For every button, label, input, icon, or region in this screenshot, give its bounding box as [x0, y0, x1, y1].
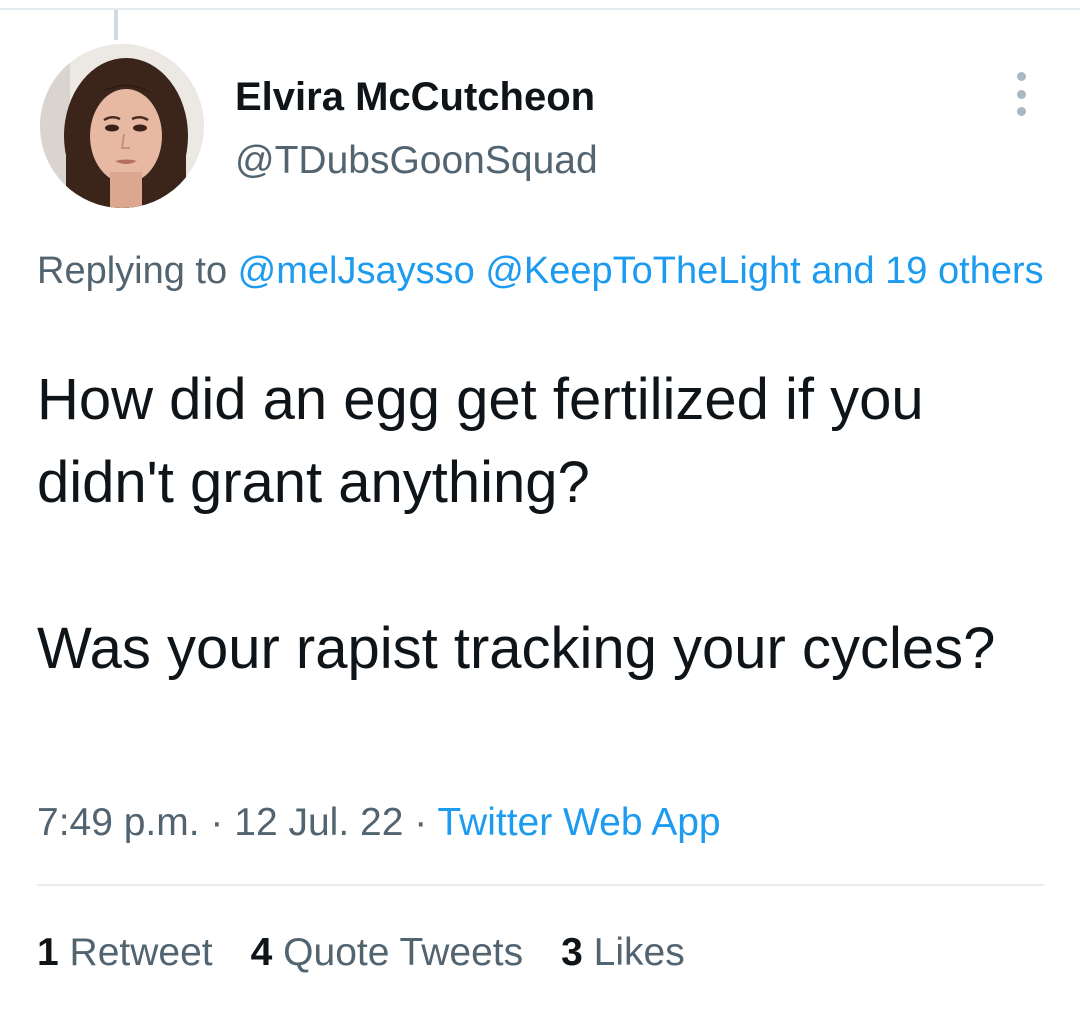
more-vertical-icon[interactable] — [1004, 72, 1038, 116]
thread-connector-line — [114, 10, 118, 40]
reply-context: Replying to @melJsaysso @KeepToTheLight … — [37, 242, 1057, 300]
meta-separator: · — [403, 801, 438, 844]
tweet-text: How did an egg get fertilized if you did… — [37, 358, 1047, 690]
likes-stat[interactable]: 3 Likes — [561, 926, 685, 980]
quote-tweet-count: 4 — [250, 931, 273, 974]
retweets-stat[interactable]: 1 Retweet — [37, 926, 213, 980]
more-dot — [1016, 107, 1026, 116]
quote-tweets-stat[interactable]: 4 Quote Tweets — [251, 926, 523, 980]
reply-context-prefix: Replying to — [37, 250, 238, 292]
author-handle[interactable]: @TDubsGoonSquad — [235, 138, 598, 184]
more-dot — [1016, 72, 1026, 81]
top-divider — [0, 8, 1080, 10]
author-display-name[interactable]: Elvira McCutcheon — [235, 74, 595, 120]
others-link[interactable]: and 19 others — [811, 250, 1043, 292]
tweet-stats: 1 Retweet 4 Quote Tweets 3 Likes — [37, 926, 723, 980]
tweet-paragraph: Was your rapist tracking your cycles? — [37, 616, 996, 681]
tweet-paragraph: How did an egg get fertilized if you did… — [37, 367, 924, 515]
quote-tweet-label: Quote Tweets — [283, 931, 524, 974]
avatar[interactable] — [40, 44, 204, 208]
mention-link[interactable]: @KeepToTheLight — [485, 250, 800, 292]
tweet-meta: 7:49 p.m. · 12 Jul. 22 · Twitter Web App — [37, 796, 721, 850]
like-count: 3 — [561, 931, 583, 974]
mention-link[interactable]: @melJsaysso — [238, 250, 475, 292]
like-label: Likes — [593, 931, 685, 974]
meta-separator: · — [199, 801, 235, 844]
more-dot — [1016, 89, 1026, 99]
retweet-label: Retweet — [69, 931, 213, 974]
stats-divider — [37, 884, 1044, 886]
tweet-source-link[interactable]: Twitter Web App — [437, 801, 720, 844]
retweet-count: 1 — [37, 931, 59, 974]
tweet-time[interactable]: 7:49 p.m. — [37, 801, 200, 844]
tweet-date[interactable]: 12 Jul. 22 — [234, 801, 403, 844]
